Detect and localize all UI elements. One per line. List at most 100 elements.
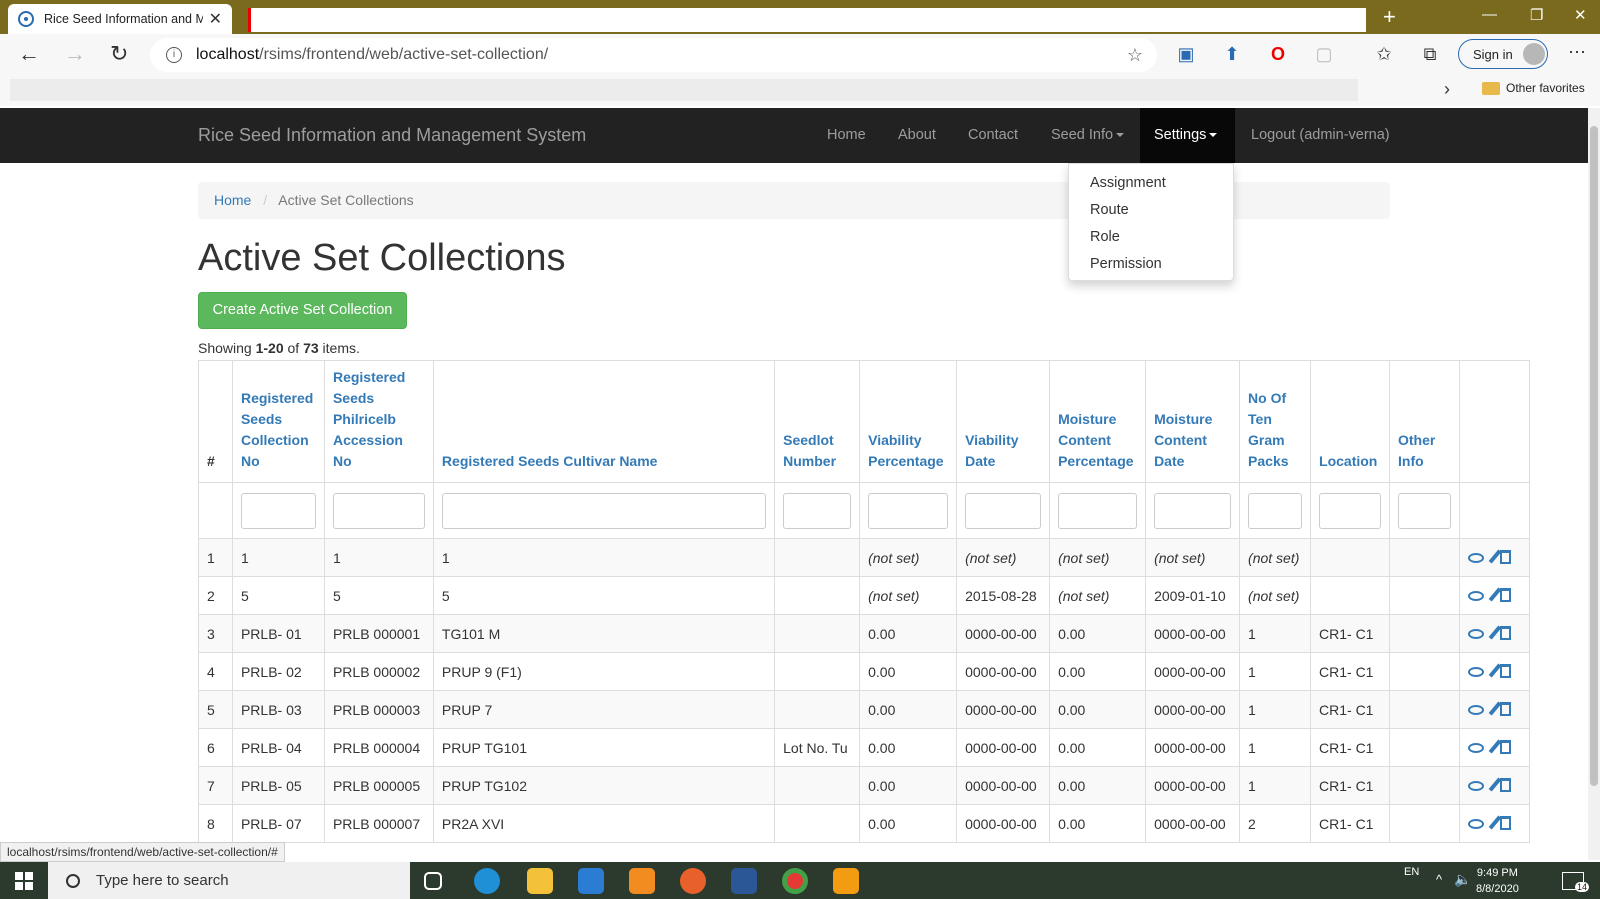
filter-location-input[interactable] (1319, 492, 1381, 529)
table-cell: 1 (432, 538, 776, 577)
url-input[interactable]: i localhost/rsims/frontend/web/active-se… (150, 38, 1157, 72)
filter-other-info-input[interactable] (1398, 492, 1451, 529)
column-header-cultivar-name[interactable]: Registered Seeds Cultivar Name (432, 360, 776, 483)
opera-icon[interactable]: O (1267, 43, 1289, 65)
view-icon[interactable] (1467, 590, 1484, 601)
table-cell: PRLB- 01 (231, 614, 325, 653)
forward-icon[interactable]: → (64, 41, 86, 67)
filter-moisture-date-input[interactable] (1154, 492, 1232, 529)
filter-cell (859, 482, 958, 539)
favorites-icon[interactable]: ✩ (1373, 43, 1395, 65)
view-icon[interactable] (1467, 704, 1484, 715)
other-favorites[interactable]: Other favorites (1482, 81, 1585, 95)
column-header-location[interactable]: Location (1310, 360, 1390, 483)
extension-arrow-icon[interactable]: ⬆ (1221, 43, 1243, 65)
close-window-icon[interactable]: ✕ (1574, 6, 1587, 24)
view-icon[interactable] (1467, 666, 1484, 677)
menu-item-permission[interactable]: Permission (1069, 251, 1233, 278)
extension-screen-icon[interactable]: ▣ (1175, 43, 1197, 65)
browser-tab-2[interactable] (248, 8, 1366, 32)
file-explorer-icon[interactable] (527, 868, 553, 894)
view-icon[interactable] (1467, 780, 1484, 791)
refresh-icon[interactable]: ↻ (110, 41, 128, 67)
view-icon[interactable] (1467, 818, 1484, 829)
restore-icon[interactable]: ❐ (1530, 6, 1543, 24)
filter-cell (1389, 482, 1460, 539)
column-header-viability-date[interactable]: Viability Date (956, 360, 1051, 483)
table-cell: 0000-00-00 (956, 728, 1051, 767)
new-tab-icon[interactable]: + (1383, 4, 1396, 30)
sign-in-button[interactable]: Sign in (1458, 39, 1548, 69)
start-button[interactable] (0, 862, 48, 899)
column-header-viability-percentage[interactable]: Viability Percentage (859, 360, 958, 483)
view-icon[interactable] (1467, 552, 1484, 563)
table-cell: PRLB- 05 (231, 766, 325, 805)
edge-icon[interactable] (474, 868, 500, 894)
table-row: 5 PRLB- 03 PRLB 000003 PRUP 7 0.00 0000-00-00… (198, 690, 1531, 729)
xampp-icon[interactable] (833, 868, 859, 894)
extension-grey-icon[interactable]: ▢ (1313, 43, 1335, 65)
table-cell: CR1- C1 (1310, 690, 1390, 729)
view-icon[interactable] (1467, 742, 1484, 753)
taskbar-clock[interactable]: 9:49 PM 8/8/2020 (1476, 865, 1519, 897)
taskbar-search-input[interactable]: Type here to search (48, 862, 410, 899)
table-header-row: # Registered Seeds Collection No Registe… (198, 360, 1531, 483)
table-cell: (not set) (1239, 538, 1312, 577)
breadcrumb-home[interactable]: Home (214, 192, 251, 208)
menu-item-assignment[interactable]: Assignment (1069, 170, 1233, 197)
brand-link[interactable]: Rice Seed Information and Management Sys… (198, 125, 586, 146)
close-tab-icon[interactable]: ✕ (209, 9, 222, 29)
filter-ten-gram-packs-input[interactable] (1248, 492, 1303, 529)
task-view-icon[interactable] (424, 872, 442, 890)
nav-about[interactable]: About (898, 127, 936, 143)
column-header-ten-gram-packs[interactable]: No Of Ten Gram Packs (1239, 360, 1312, 483)
more-options-icon[interactable]: ⋯ (1568, 42, 1586, 63)
filter-cell (432, 482, 776, 539)
column-header-seedlot-number[interactable]: Seedlot Number (774, 360, 861, 483)
word-icon[interactable] (731, 868, 757, 894)
nav-settings[interactable]: Settings (1140, 108, 1235, 163)
filter-collection-no-input[interactable] (240, 492, 316, 529)
back-icon[interactable]: ← (18, 41, 40, 67)
nav-logout[interactable]: Logout (admin-verna) (1251, 127, 1390, 143)
table-cell (1389, 766, 1460, 805)
browser-tab[interactable]: Rice Seed Information and M ✕ (8, 4, 232, 34)
view-icon[interactable] (1467, 628, 1484, 639)
nav-contact[interactable]: Contact (968, 127, 1018, 143)
volume-icon[interactable]: 🔈 (1454, 871, 1471, 888)
scrollbar-thumb[interactable] (1590, 126, 1598, 786)
column-header-accession-no[interactable]: Registered Seeds Philricelb Accession No (323, 360, 434, 483)
chrome-icon[interactable] (782, 868, 808, 894)
collections-icon[interactable]: ⧉ (1419, 43, 1441, 65)
table-cell: (not set) (1239, 576, 1312, 615)
create-active-set-collection-button[interactable]: Create Active Set Collection (198, 292, 407, 329)
language-indicator[interactable]: EN (1404, 866, 1419, 878)
favorite-star-icon[interactable]: ☆ (1127, 45, 1143, 66)
nav-home[interactable]: Home (827, 127, 866, 143)
column-header-other-info[interactable]: Other Info (1389, 360, 1460, 483)
filter-moisture-percentage-input[interactable] (1058, 492, 1138, 529)
sublime-text-icon[interactable] (629, 868, 655, 894)
table-cell: 1 (323, 538, 434, 577)
tray-chevron-up-icon[interactable]: ^ (1436, 872, 1442, 887)
filter-seedlot-number-input[interactable] (783, 492, 852, 529)
menu-item-route[interactable]: Route (1069, 197, 1233, 224)
settings-dropdown-menu: Assignment Route Role Permission (1068, 163, 1234, 281)
site-info-icon[interactable]: i (166, 47, 182, 63)
filter-viability-percentage-input[interactable] (868, 492, 949, 529)
column-header-moisture-date[interactable]: Moisture Content Date (1145, 360, 1241, 483)
filter-viability-date-input[interactable] (965, 492, 1042, 529)
minimize-icon[interactable]: — (1482, 6, 1497, 23)
chevron-right-icon[interactable]: › (1444, 79, 1450, 100)
menu-item-role[interactable]: Role (1069, 224, 1233, 251)
nav-seed-info[interactable]: Seed Info (1051, 127, 1125, 143)
column-header-moisture-percentage[interactable]: Moisture Content Percentage (1049, 360, 1147, 483)
column-header-collection-no[interactable]: Registered Seeds Collection No (231, 360, 325, 483)
firefox-icon[interactable] (680, 868, 706, 894)
filter-cultivar-name-input[interactable] (441, 492, 767, 529)
table-cell: PRUP TG101 (432, 728, 776, 767)
mail-icon[interactable] (578, 868, 604, 894)
filter-accession-no-input[interactable] (332, 492, 425, 529)
table-cell: 0000-00-00 (1145, 728, 1241, 767)
page-scrollbar[interactable] (1588, 108, 1600, 860)
